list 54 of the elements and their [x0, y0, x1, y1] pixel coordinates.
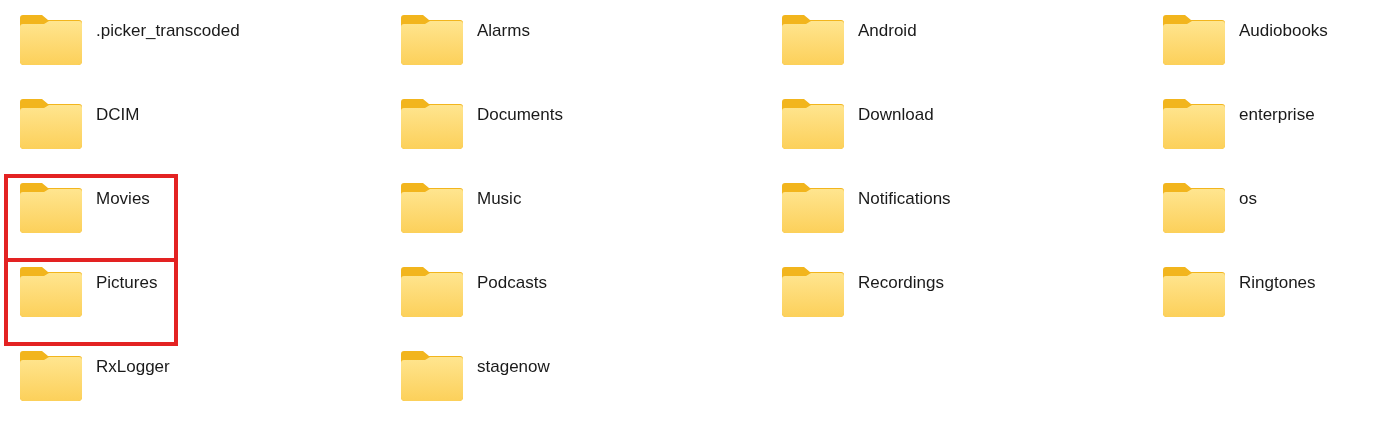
folder-icon: [401, 183, 463, 233]
folder-icon: [401, 351, 463, 401]
folder-icon: [20, 183, 82, 233]
folder-icon: [20, 15, 82, 65]
folder-name: Audiobooks: [1239, 20, 1328, 42]
folder-icon: [1163, 15, 1225, 65]
folder-item[interactable]: stagenow: [401, 351, 550, 401]
folder-item[interactable]: DCIM: [20, 99, 140, 149]
folder-name: Podcasts: [477, 272, 547, 294]
folder-icon: [782, 15, 844, 65]
folder-icon: [20, 267, 82, 317]
folder-name: DCIM: [96, 104, 140, 126]
folder-name: Documents: [477, 104, 563, 126]
folder-item[interactable]: Audiobooks: [1163, 15, 1328, 65]
folder-name: RxLogger: [96, 356, 170, 378]
folder-icon: [782, 267, 844, 317]
folder-name: Alarms: [477, 20, 530, 42]
folder-name: os: [1239, 188, 1257, 210]
folder-item[interactable]: Recordings: [782, 267, 944, 317]
folder-name: Download: [858, 104, 934, 126]
folder-icon: [20, 99, 82, 149]
folder-item[interactable]: os: [1163, 183, 1257, 233]
folder-item[interactable]: Pictures: [20, 267, 158, 317]
folder-name: Android: [858, 20, 917, 42]
folder-item[interactable]: .picker_transcoded: [20, 15, 240, 65]
folder-item[interactable]: Music: [401, 183, 522, 233]
folder-item[interactable]: Ringtones: [1163, 267, 1316, 317]
folder-name: Ringtones: [1239, 272, 1316, 294]
folder-icon: [782, 183, 844, 233]
folder-item[interactable]: Movies: [20, 183, 150, 233]
folder-name: Notifications: [858, 188, 951, 210]
folder-name: stagenow: [477, 356, 550, 378]
folder-item[interactable]: Alarms: [401, 15, 530, 65]
folder-name: Music: [477, 188, 522, 210]
folder-item[interactable]: Documents: [401, 99, 563, 149]
folder-item[interactable]: Android: [782, 15, 917, 65]
folder-name: Pictures: [96, 272, 158, 294]
folder-item[interactable]: enterprise: [1163, 99, 1315, 149]
folder-icon: [401, 267, 463, 317]
folder-icon: [20, 351, 82, 401]
folder-name: enterprise: [1239, 104, 1315, 126]
folder-item[interactable]: Podcasts: [401, 267, 547, 317]
folder-icon: [1163, 99, 1225, 149]
folder-item[interactable]: Notifications: [782, 183, 951, 233]
folder-name: Recordings: [858, 272, 944, 294]
folder-name: Movies: [96, 188, 150, 210]
folder-icon: [401, 99, 463, 149]
folder-icon: [782, 99, 844, 149]
folder-name: .picker_transcoded: [96, 20, 240, 42]
folder-icon: [1163, 267, 1225, 317]
folder-icon: [1163, 183, 1225, 233]
folder-item[interactable]: RxLogger: [20, 351, 170, 401]
folder-icon: [401, 15, 463, 65]
folder-item[interactable]: Download: [782, 99, 934, 149]
